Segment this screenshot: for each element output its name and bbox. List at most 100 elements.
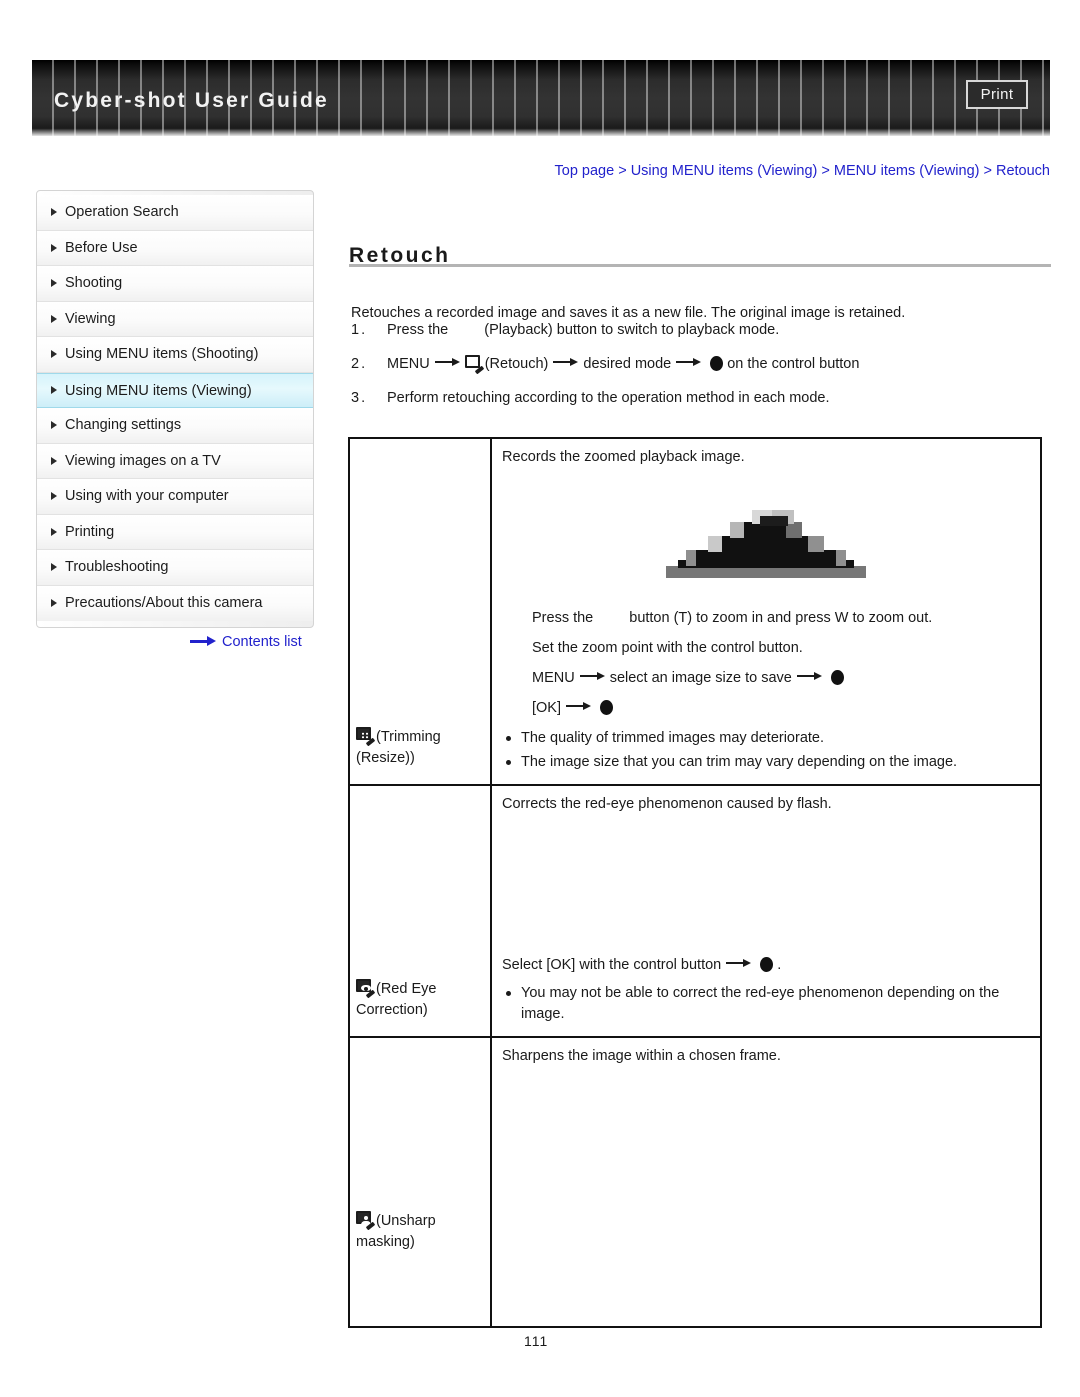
mode-name-line2: (Resize)): [356, 750, 415, 767]
arrow-right-icon: [190, 636, 216, 647]
title-divider: [349, 264, 1051, 267]
sidebar-item-label: Changing settings: [65, 417, 182, 433]
retouch-icon: [464, 354, 484, 375]
triangle-right-icon: [51, 421, 57, 430]
layout-spacer: [502, 815, 1030, 955]
arrow-right-icon: [796, 671, 822, 681]
mode-name-cell-red-eye: (Red Eye Correction): [349, 785, 492, 1038]
sidebar-item-viewing-images-on-a-tv[interactable]: Viewing images on a TV: [37, 443, 313, 479]
instruction-text: select an image size to save: [609, 670, 792, 687]
sidebar-item-viewing[interactable]: Viewing: [37, 301, 313, 337]
contents-list-label: Contents list: [222, 634, 302, 650]
step-text-post: (Playback) button to switch to playback …: [484, 322, 780, 338]
instruction-text: button (T) to zoom in and press W to zoo…: [629, 610, 933, 627]
step-number: 3.: [351, 390, 368, 407]
triangle-right-icon: [51, 243, 57, 252]
note-item: You may not be able to correct the red-e…: [502, 983, 1030, 1025]
triangle-right-icon: [51, 456, 57, 465]
sidebar-item-using-menu-items-viewing[interactable]: Using MENU items (Viewing): [37, 372, 313, 408]
instruction-text: MENU: [532, 670, 575, 687]
triangle-right-icon: [51, 599, 57, 608]
triangle-right-icon: [51, 563, 57, 572]
sidebar-item-label: Printing: [65, 523, 115, 540]
mode-heading: Sharpens the image within a chosen frame…: [502, 1048, 781, 1065]
step-text-pre: Perform retouching according to the oper…: [387, 390, 830, 407]
unsharp-mask-icon: [356, 1211, 376, 1231]
center-button-icon: [600, 699, 614, 715]
layout-spacer: [502, 1067, 1030, 1207]
steps-list: 1. Press the (Playback) button to switch …: [351, 320, 1051, 422]
instruction-text: Press the: [532, 610, 594, 627]
instruction-line: MENU select an image size to save: [502, 668, 1030, 689]
sidebar-item-using-with-your-computer[interactable]: Using with your computer: [37, 479, 313, 515]
center-button-icon: [710, 355, 724, 371]
sidebar-nav: Operation Search Before Use Shooting Vie…: [36, 190, 314, 628]
step-text-mid1: (Retouch): [484, 356, 549, 373]
sidebar-item-operation-search[interactable]: Operation Search: [37, 195, 313, 231]
sidebar-item-shooting[interactable]: Shooting: [37, 266, 313, 302]
mode-notes-trimming: The quality of trimmed images may deteri…: [502, 728, 1030, 773]
trimming-icon: [356, 727, 376, 747]
mode-name-line1: (Unsharp: [376, 1212, 436, 1229]
arrow-right-icon: [676, 357, 702, 367]
triangle-right-icon: [51, 208, 57, 217]
triangle-right-icon: [51, 386, 57, 395]
sidebar-item-label: Troubleshooting: [65, 559, 169, 575]
sidebar-item-printing[interactable]: Printing: [37, 514, 313, 550]
step-text-pre: Press the: [387, 322, 449, 338]
triangle-right-icon: [51, 527, 57, 536]
sidebar-item-precautions-about-this-camera[interactable]: Precautions/About this camera: [37, 585, 313, 621]
sidebar-item-using-menu-items-shooting[interactable]: Using MENU items (Shooting): [37, 337, 313, 373]
retouch-modes-table: (Trimming (Resize)) Records the zoomed p…: [348, 437, 1042, 1329]
print-button[interactable]: Print: [966, 80, 1028, 109]
sidebar-item-label: Viewing images on a TV: [65, 452, 221, 469]
note-item: The image size that you can trim may var…: [502, 752, 1030, 773]
contents-list-link[interactable]: Contents list: [190, 634, 302, 650]
table-row: (Trimming (Resize)) Records the zoomed p…: [349, 438, 1041, 786]
mode-heading: Records the zoomed playback image.: [502, 449, 745, 465]
sidebar-item-label: Viewing: [65, 310, 116, 327]
arrow-right-icon: [553, 357, 579, 367]
sidebar-item-label: Precautions/About this camera: [65, 594, 263, 611]
step-text-pre: MENU: [387, 356, 430, 373]
step-text-post: on the control button: [727, 356, 860, 373]
step-text-mid2: desired mode: [583, 356, 672, 373]
mode-name-cell-trimming: (Trimming (Resize)): [349, 438, 492, 786]
mode-instructions-trimming: Press the button (T) to zoom in and press…: [502, 608, 1030, 719]
sidebar-item-before-use[interactable]: Before Use: [37, 230, 313, 266]
triangle-right-icon: [51, 314, 57, 323]
mode-name-line2: Correction): [356, 1002, 428, 1019]
instruction-line: Press the button (T) to zoom in and press…: [502, 608, 1030, 629]
note-item: The quality of trimmed images may deteri…: [502, 728, 1030, 749]
sidebar-item-label: Using MENU items (Shooting): [65, 346, 259, 362]
center-button-icon: [760, 956, 774, 972]
sample-mountain-image: [666, 506, 866, 579]
table-row: (Red Eye Correction) Corrects the red-ey…: [349, 785, 1041, 1038]
mode-name-cell-unsharp: (Unsharp masking): [349, 1037, 492, 1328]
step-2: 2. MENU (Retouch) desired mode on the contr…: [351, 354, 1051, 375]
instruction-text: Set the zoom point with the control butt…: [532, 640, 803, 657]
mode-instructions-red-eye: Select [OK] with the control button.: [502, 955, 1030, 976]
sidebar-item-label: Operation Search: [65, 204, 179, 220]
mode-desc-cell-red-eye: Corrects the red-eye phenomenon caused b…: [491, 785, 1041, 1037]
instruction-line: Set the zoom point with the control butt…: [502, 638, 1030, 659]
sidebar-item-label: Using MENU items (Viewing): [65, 382, 252, 399]
sidebar-item-label: Before Use: [65, 239, 138, 256]
arrow-right-icon: [726, 958, 752, 968]
sidebar-item-label: Using with your computer: [65, 488, 229, 504]
instruction-text: [OK]: [532, 700, 562, 717]
mode-desc-cell-trimming: Records the zoomed playback image. Press…: [491, 438, 1041, 785]
page-number: 111: [524, 1333, 549, 1349]
breadcrumb[interactable]: Top page > Using MENU items (Viewing) > …: [555, 163, 1050, 179]
step-number: 2.: [351, 356, 368, 373]
mode-name-line1: (Red Eye: [376, 980, 437, 997]
triangle-right-icon: [51, 350, 57, 359]
instruction-line: Select [OK] with the control button.: [502, 955, 1030, 976]
mode-desc-cell-unsharp: Sharpens the image within a chosen frame…: [491, 1037, 1041, 1327]
app-title: Cyber-shot User Guide: [54, 89, 329, 112]
sidebar-item-changing-settings[interactable]: Changing settings: [37, 408, 313, 444]
layout-spacer: [502, 1207, 1030, 1315]
red-eye-icon: [356, 979, 376, 999]
step-number: 1.: [351, 322, 368, 338]
sidebar-item-troubleshooting[interactable]: Troubleshooting: [37, 550, 313, 586]
